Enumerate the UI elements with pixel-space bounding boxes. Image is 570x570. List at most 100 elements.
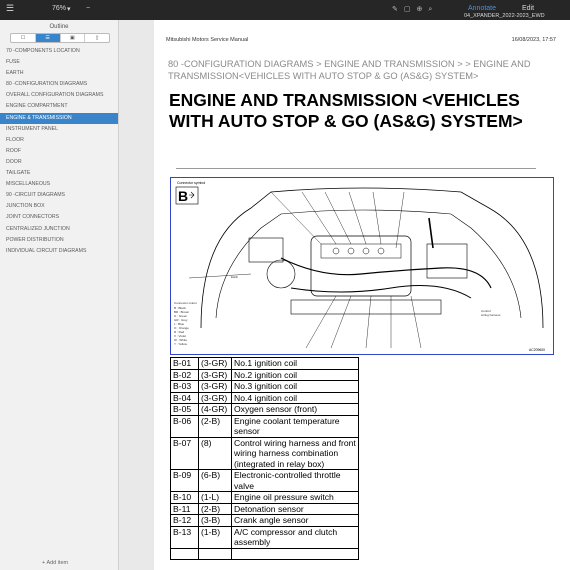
table-row: B-11 (2-B) Detonation sensor	[170, 502, 359, 515]
outline-item[interactable]: JOINT CONNECTORS	[0, 212, 118, 223]
outline-item[interactable]: EARTH	[0, 68, 118, 79]
connector-letter: B	[178, 188, 188, 204]
chevron-down-icon[interactable]: ▾	[67, 5, 71, 13]
sidebar-tabs: ☐ ☰ ▣ ▯	[10, 33, 110, 43]
outline-item[interactable]: INSTRUMENT PANEL	[0, 124, 118, 135]
component-name: Oxygen sensor (front)	[231, 403, 359, 416]
connector-id: B-01	[170, 357, 199, 370]
connector-id: B-06	[170, 414, 199, 438]
bookmarks-tab[interactable]: ▣	[61, 34, 86, 42]
figure-code: AC209600	[529, 348, 545, 352]
connector-type: (3-B)	[198, 514, 232, 527]
component-name: Electronic-controlled throttle valve	[231, 469, 359, 492]
divider	[176, 168, 536, 169]
annotate-button[interactable]: Annotate	[468, 5, 496, 12]
outline-item[interactable]: ROOF	[0, 146, 118, 157]
outline-item[interactable]: DOOR	[0, 157, 118, 168]
connector-id: B-03	[170, 380, 199, 393]
outline-item[interactable]: JUNCTION BOX	[0, 201, 118, 212]
outline-item[interactable]: POWER DISTRIBUTION	[0, 235, 118, 246]
component-name: A/C compressor and clutch assembly	[231, 525, 359, 549]
outline-item[interactable]: ENGINE COMPARTMENT	[0, 101, 118, 112]
svg-text:Y : Yellow: Y : Yellow	[174, 342, 188, 346]
outline-item[interactable]: 80 -CONFIGURATION DIAGRAMS	[0, 79, 118, 90]
table-row: B-03 (3-GR) No.3 ignition coil	[170, 380, 359, 393]
connector-table: B-01 (3-GR) No.1 ignition coil B-02 (3-GR) No…	[170, 357, 359, 560]
engine-harness-diagram: Connector symbol B Earth Connector colou…	[170, 177, 554, 355]
empty-cell	[170, 547, 199, 560]
connector-id: B-11	[170, 502, 199, 515]
outline-item[interactable]: TAILGATE	[0, 168, 118, 179]
page-title: ENGINE AND TRANSMISSION <VEHICLES WITH A…	[169, 90, 523, 131]
svg-text:Earth: Earth	[231, 275, 239, 279]
top-toolbar: ☰ 76% ▾ − Annotate Edit 04_XPANDER_2022-…	[0, 0, 570, 20]
zoom-level[interactable]: 76%	[52, 5, 66, 12]
connector-type: (6-B)	[198, 469, 232, 492]
component-name: Detonation sensor	[231, 502, 359, 515]
minus-icon[interactable]: −	[86, 5, 90, 12]
outline-item[interactable]: MISCELLANEOUS	[0, 179, 118, 190]
outline-tab[interactable]: ☰	[35, 34, 61, 42]
connector-symbol-label: Connector symbol	[177, 181, 205, 185]
outline-item[interactable]: FLOOR	[0, 135, 118, 146]
outline-item[interactable]: FUSE	[0, 57, 118, 68]
table-row: B-09 (6-B) Electronic-controlled throttle …	[170, 469, 359, 492]
menu-icon[interactable]: ☰	[6, 3, 14, 14]
connector-type: (3-GR)	[198, 368, 232, 381]
connector-type: (3-GR)	[198, 380, 232, 393]
connector-type: (8)	[198, 436, 232, 470]
table-row	[170, 547, 359, 560]
connector-id: B-10	[170, 491, 199, 504]
connector-type: (1-B)	[198, 525, 232, 549]
toolbar-icons[interactable]: ✎▢⊕⌕	[392, 5, 438, 14]
component-name: Engine oil pressure switch	[231, 491, 359, 504]
empty-cell	[231, 547, 359, 560]
document-filename: 04_XPANDER_2022-2023_EWD	[464, 13, 545, 19]
connector-type: (3-GR)	[198, 391, 232, 404]
outline-item[interactable]: OVERALL CONFIGURATION DIAGRAMS	[0, 90, 118, 101]
connector-type: (1-L)	[198, 491, 232, 504]
table-row: B-12 (3-B) Crank angle sensor	[170, 514, 359, 527]
component-name: No.1 ignition coil	[231, 357, 359, 370]
table-row: B-02 (3-GR) No.2 ignition coil	[170, 368, 359, 381]
outline-item[interactable]: INDIVIDUAL CIRCUIT DIAGRAMS	[0, 246, 118, 257]
component-name: No.3 ignition coil	[231, 380, 359, 393]
component-name: No.2 ignition coil	[231, 368, 359, 381]
table-row: B-05 (4-GR) Oxygen sensor (front)	[170, 403, 359, 416]
table-row: B-13 (1-B) A/C compressor and clutch assem…	[170, 525, 359, 549]
component-name: No.4 ignition coil	[231, 391, 359, 404]
add-item-button[interactable]: + Add item	[42, 560, 68, 566]
outline-item[interactable]: 90 -CIRCUIT DIAGRAMS	[0, 190, 118, 201]
edit-button[interactable]: Edit	[522, 5, 534, 12]
table-row: B-04 (3-GR) No.4 ignition coil	[170, 391, 359, 404]
outline-sidebar: Outline ☐ ☰ ▣ ▯ 70 -COMPONENTS LOCATION F…	[0, 20, 119, 570]
outline-item[interactable]: 70 -COMPONENTS LOCATION	[0, 46, 118, 57]
connector-id: B-13	[170, 525, 199, 549]
connector-id: B-07	[170, 436, 199, 470]
connector-type: (3-GR)	[198, 357, 232, 370]
engine-illustration: Connector symbol B Earth Connector colou…	[174, 181, 545, 352]
empty-cell	[198, 547, 232, 560]
outline-list: 70 -COMPONENTS LOCATION FUSE EARTH 80 -CONF…	[0, 46, 118, 257]
page-header-right: 16/08/2023, 17:57	[511, 37, 556, 43]
outline-item[interactable]: CENTRALIZED JUNCTION	[0, 224, 118, 235]
svg-text:Connector colour: Connector colour	[174, 301, 197, 305]
annotations-tab[interactable]: ▯	[85, 34, 109, 42]
table-row: B-07 (8) Control wiring harness and front …	[170, 436, 359, 470]
thumbnails-tab[interactable]: ☐	[11, 34, 36, 42]
svg-text:wiring harness: wiring harness	[481, 313, 501, 317]
component-name: Engine coolant temperature sensor	[231, 414, 359, 438]
component-name: Control wiring harness and front wiring …	[231, 436, 359, 470]
component-name: Crank angle sensor	[231, 514, 359, 527]
breadcrumb: 80 -CONFIGURATION DIAGRAMS > ENGINE AND …	[168, 59, 531, 81]
connector-id: B-04	[170, 391, 199, 404]
connector-id: B-09	[170, 469, 199, 492]
table-row: B-06 (2-B) Engine coolant temperature sens…	[170, 414, 359, 438]
table-row: B-10 (1-L) Engine oil pressure switch	[170, 491, 359, 504]
connector-type: (2-B)	[198, 502, 232, 515]
sidebar-title: Outline	[49, 24, 69, 30]
outline-item[interactable]: ENGINE & TRANSMISSION	[0, 112, 118, 124]
connector-type: (2-B)	[198, 414, 232, 438]
table-row: B-01 (3-GR) No.1 ignition coil	[170, 357, 359, 370]
connector-id: B-05	[170, 403, 199, 416]
